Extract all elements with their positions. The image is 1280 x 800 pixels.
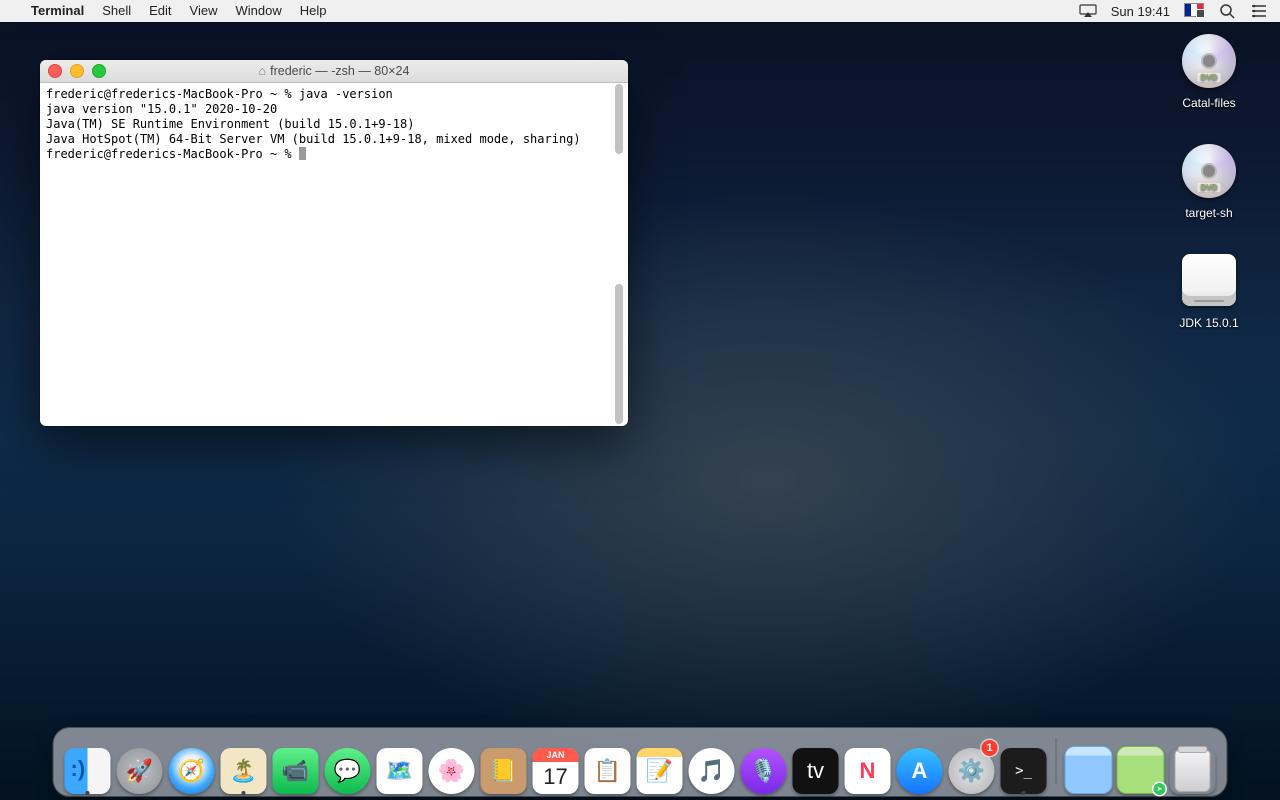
dock-facetime[interactable]: 📹 <box>272 742 320 794</box>
dock-news[interactable]: N <box>844 742 892 794</box>
dock-recent-folder-2[interactable] <box>1117 742 1165 794</box>
trash-icon <box>1175 750 1211 792</box>
dock: 🚀 🧭 🏝️ 📹 💬 🗺️ 🌸 📒 JAN17 📋 📝 🎵 🎙️ tv N A … <box>54 728 1227 796</box>
dock-launchpad[interactable]: 🚀 <box>116 742 164 794</box>
desktop-icon-catal-files[interactable]: DVD Catal-files <box>1164 34 1254 110</box>
terminal-window[interactable]: ⌂frederic — -zsh — 80×24 frederic@freder… <box>40 60 628 426</box>
menu-view[interactable]: View <box>181 0 227 22</box>
dock-calendar[interactable]: JAN17 <box>532 742 580 794</box>
terminal-scrollbar[interactable] <box>612 84 626 424</box>
terminal-title: ⌂frederic — -zsh — 80×24 <box>40 64 628 78</box>
menubar-clock[interactable]: Sun 19:41 <box>1111 4 1170 19</box>
dock-recent-folder-1[interactable] <box>1065 742 1113 794</box>
dock-safari[interactable]: 🧭 <box>168 742 216 794</box>
desktop-icon-label: JDK 15.0.1 <box>1164 316 1254 330</box>
dock-appletv[interactable]: tv <box>792 742 840 794</box>
terminal-content[interactable]: frederic@frederics-MacBook-Pro ~ % java … <box>40 83 628 427</box>
desktop-icon-label: Catal-files <box>1164 96 1254 110</box>
desktop[interactable]: Terminal Shell Edit View Window Help Sun… <box>0 0 1280 800</box>
dock-reminders[interactable]: 📋 <box>584 742 632 794</box>
terminal-titlebar[interactable]: ⌂frederic — -zsh — 80×24 <box>40 60 628 83</box>
dock-appstore[interactable]: A <box>896 742 944 794</box>
desktop-icon-jdk[interactable]: JDK 15.0.1 <box>1164 254 1254 330</box>
input-source-fr-icon[interactable] <box>1184 3 1204 20</box>
airplay-icon[interactable] <box>1079 2 1097 20</box>
dock-trash[interactable] <box>1169 742 1217 794</box>
dock-contacts[interactable]: 📒 <box>480 742 528 794</box>
notification-center-icon[interactable] <box>1250 2 1268 20</box>
window-minimize-button[interactable] <box>70 64 84 78</box>
dock-photos[interactable]: 🌸 <box>428 742 476 794</box>
dock-podcasts[interactable]: 🎙️ <box>740 742 788 794</box>
download-badge-icon <box>1154 783 1166 795</box>
dock-messages[interactable]: 💬 <box>324 742 372 794</box>
spotlight-search-icon[interactable] <box>1218 2 1236 20</box>
dock-maps[interactable]: 🗺️ <box>376 742 424 794</box>
menu-edit[interactable]: Edit <box>140 0 180 22</box>
settings-badge: 1 <box>982 740 998 756</box>
dock-notes[interactable]: 📝 <box>636 742 684 794</box>
dock-finder[interactable] <box>64 742 112 794</box>
dock-system-preferences[interactable]: ⚙️1 <box>948 742 996 794</box>
menu-shell[interactable]: Shell <box>93 0 140 22</box>
window-zoom-button[interactable] <box>92 64 106 78</box>
dock-terminal[interactable]: >_ <box>1000 742 1048 794</box>
menu-help[interactable]: Help <box>291 0 336 22</box>
menu-bar: Terminal Shell Edit View Window Help Sun… <box>0 0 1280 22</box>
dock-preview[interactable]: 🏝️ <box>220 742 268 794</box>
desktop-icon-label: target-sh <box>1164 206 1254 220</box>
desktop-icon-target-sh[interactable]: DVD target-sh <box>1164 144 1254 220</box>
menu-window[interactable]: Window <box>227 0 291 22</box>
dock-music[interactable]: 🎵 <box>688 742 736 794</box>
terminal-cursor <box>299 147 306 160</box>
window-close-button[interactable] <box>48 64 62 78</box>
home-icon: ⌂ <box>259 64 267 78</box>
dock-separator <box>1056 738 1057 784</box>
app-menu-terminal[interactable]: Terminal <box>22 0 93 22</box>
